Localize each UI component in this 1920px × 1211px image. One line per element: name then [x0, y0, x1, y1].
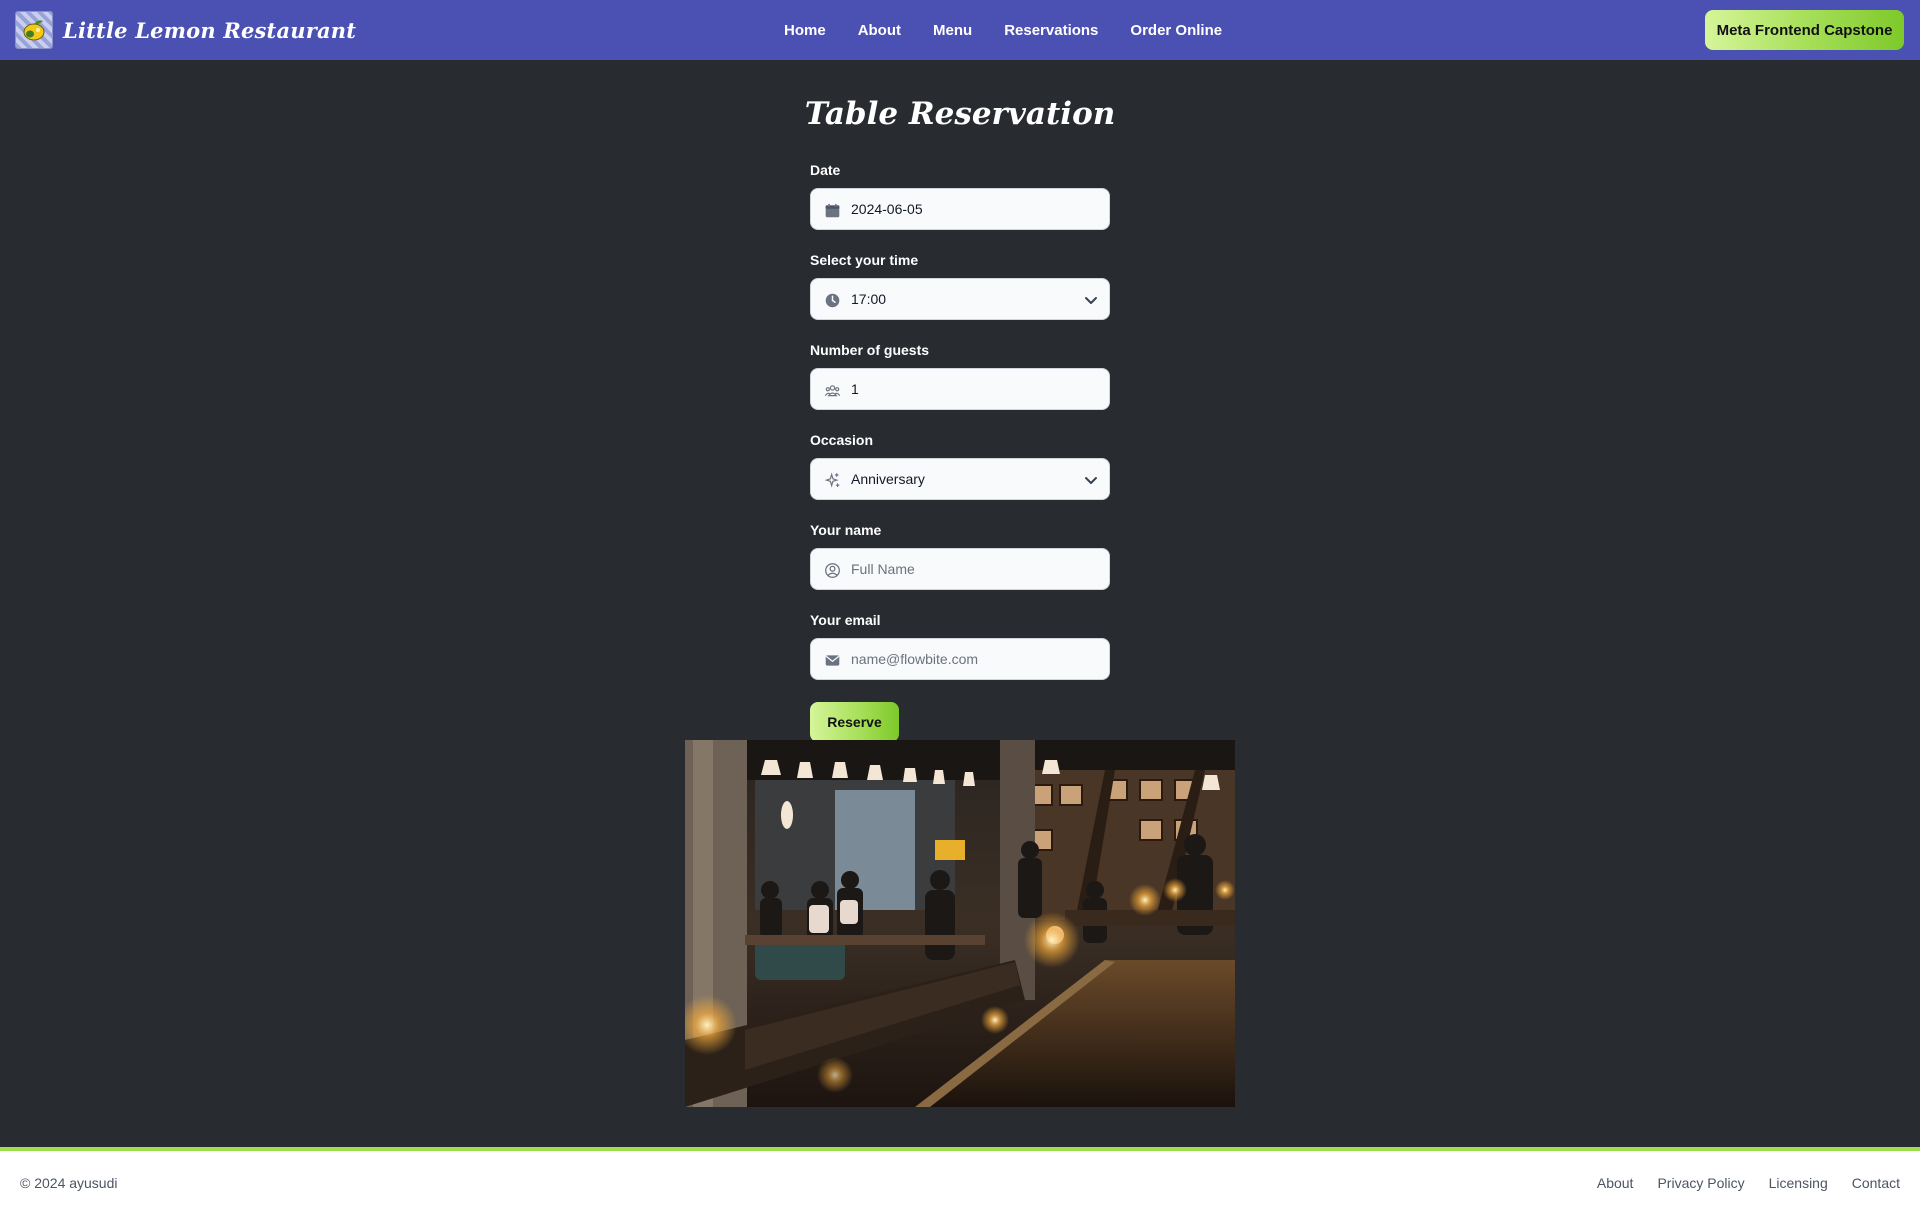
restaurant-interior-photo — [685, 740, 1235, 1107]
brand-name[interactable]: Little Lemon Restaurant — [63, 18, 356, 43]
footer-link-privacy-policy[interactable]: Privacy Policy — [1657, 1175, 1744, 1191]
time-select[interactable]: 17:00 — [810, 278, 1110, 320]
name-placeholder: Full Name — [851, 561, 915, 577]
footer-links: About Privacy Policy Licensing Contact — [1573, 1175, 1900, 1191]
name-input[interactable]: Full Name — [810, 548, 1110, 590]
brand[interactable]: Little Lemon Restaurant — [15, 11, 356, 49]
guests-value: 1 — [851, 381, 859, 397]
email-label: Your email — [810, 612, 881, 628]
copyright-text: © 2024 ayusudi — [20, 1175, 118, 1191]
reserve-button[interactable]: Reserve — [810, 702, 899, 742]
user-circle-icon — [823, 561, 841, 579]
reservation-form: Date 2024-06-05 Select your time 17:00 N… — [810, 160, 1110, 742]
chevron-down-icon — [1085, 477, 1097, 484]
guests-label: Number of guests — [810, 342, 930, 358]
nav-link-order-online[interactable]: Order Online — [1130, 22, 1222, 39]
name-field-group: Your name Full Name — [810, 520, 1110, 590]
guests-field-group: Number of guests 1 — [810, 340, 1110, 410]
date-value: 2024-06-05 — [851, 201, 923, 217]
sparkle-icon — [823, 471, 841, 489]
occasion-select[interactable]: Anniversary — [810, 458, 1110, 500]
date-field-group: Date 2024-06-05 — [810, 160, 1110, 230]
lemon-logo-icon[interactable] — [15, 11, 53, 49]
envelope-icon — [823, 651, 841, 669]
email-placeholder: name@flowbite.com — [851, 651, 979, 667]
nav-link-reservations[interactable]: Reservations — [1004, 22, 1098, 39]
page-title: Table Reservation — [804, 96, 1116, 132]
users-icon — [823, 381, 841, 399]
footer-link-about[interactable]: About — [1597, 1175, 1634, 1191]
date-input[interactable]: 2024-06-05 — [810, 188, 1110, 230]
time-field-group: Select your time 17:00 — [810, 250, 1110, 320]
meta-capstone-button[interactable]: Meta Frontend Capstone — [1705, 10, 1904, 50]
occasion-label: Occasion — [810, 432, 874, 448]
footer: © 2024 ayusudi About Privacy Policy Lice… — [0, 1147, 1920, 1211]
nav-link-home[interactable]: Home — [784, 22, 826, 39]
calendar-icon — [823, 201, 841, 219]
email-field-group: Your email name@flowbite.com — [810, 610, 1110, 680]
nav-link-about[interactable]: About — [858, 22, 901, 39]
guests-input[interactable]: 1 — [810, 368, 1110, 410]
main-nav: Home About Menu Reservations Order Onlin… — [784, 0, 1254, 60]
navbar: Little Lemon Restaurant Home About Menu … — [0, 0, 1920, 60]
date-label: Date — [810, 162, 841, 178]
clock-icon — [823, 291, 841, 309]
name-label: Your name — [810, 522, 882, 538]
footer-link-licensing[interactable]: Licensing — [1769, 1175, 1828, 1191]
time-label: Select your time — [810, 252, 919, 268]
email-input[interactable]: name@flowbite.com — [810, 638, 1110, 680]
time-value: 17:00 — [851, 291, 887, 307]
nav-link-menu[interactable]: Menu — [933, 22, 972, 39]
chevron-down-icon — [1085, 297, 1097, 304]
occasion-field-group: Occasion Anniversary — [810, 430, 1110, 500]
footer-link-contact[interactable]: Contact — [1852, 1175, 1900, 1191]
occasion-value: Anniversary — [851, 471, 925, 487]
